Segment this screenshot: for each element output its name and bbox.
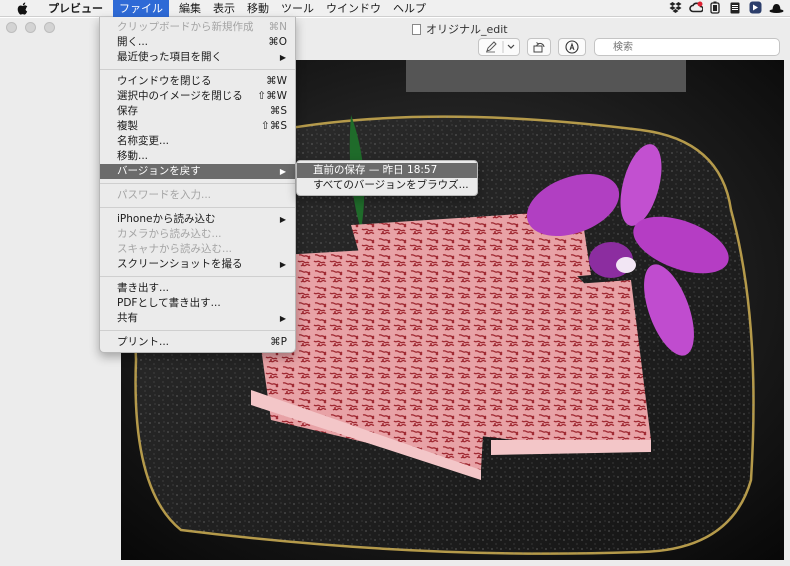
revert-submenu-item-label: すべてのバージョンをブラウズ... bbox=[313, 179, 469, 191]
apple-logo-icon[interactable] bbox=[15, 1, 29, 15]
file-menu-item[interactable]: スクリーンショットを撮る ▶ bbox=[100, 257, 295, 272]
search-input[interactable] bbox=[594, 38, 780, 56]
menu-separator bbox=[100, 276, 295, 277]
pen-icon bbox=[486, 41, 515, 53]
document-icon bbox=[412, 23, 421, 35]
rotate-button[interactable] bbox=[527, 38, 551, 56]
menu-separator bbox=[100, 207, 295, 208]
minimize-window-button[interactable] bbox=[25, 22, 36, 33]
submenu-arrow-icon: ▶ bbox=[279, 260, 286, 269]
file-menu-item[interactable]: 移動... bbox=[100, 149, 295, 164]
menu-go[interactable]: 移動 bbox=[241, 0, 275, 17]
file-menu-item-label: ウインドウを閉じる bbox=[117, 75, 212, 87]
file-menu-item[interactable]: 最近使った項目を開く ▶ bbox=[100, 50, 295, 65]
file-menu-item-label: 書き出す... bbox=[117, 282, 170, 294]
file-menu-item[interactable]: ウインドウを閉じる ⌘W bbox=[100, 74, 295, 89]
file-menu-item-label: 名称変更... bbox=[117, 135, 170, 147]
file-menu-item-label: カメラから読み込む... bbox=[117, 228, 222, 240]
file-menu-item-label: 保存 bbox=[117, 105, 138, 117]
close-window-button[interactable] bbox=[6, 22, 17, 33]
menu-shortcut: ⌘P bbox=[270, 336, 287, 348]
file-menu-item-label: クリップボードから新規作成 bbox=[117, 21, 254, 33]
clipboard-icon[interactable] bbox=[729, 1, 742, 14]
menu-file[interactable]: ファイル bbox=[113, 0, 169, 17]
revert-submenu-item-label: 直前の保存 — 昨日 18:57 bbox=[313, 164, 438, 176]
file-menu-item-label: スキャナから読み込む... bbox=[117, 243, 233, 255]
file-menu-item: クリップボードから新規作成 ⌘N bbox=[100, 20, 295, 35]
markup-icon bbox=[565, 40, 579, 54]
file-menu-item[interactable]: PDFとして書き出す... bbox=[100, 296, 295, 311]
menu-shortcut: ⇧⌘W bbox=[257, 90, 287, 102]
dropbox-icon[interactable] bbox=[669, 1, 682, 14]
file-menu-item-label: 最近使った項目を開く bbox=[117, 51, 222, 63]
file-menu-item[interactable]: 共有 ▶ bbox=[100, 311, 295, 326]
file-menu-item-label: 複製 bbox=[117, 120, 138, 132]
revert-submenu-item[interactable]: すべてのバージョンをブラウズ... bbox=[297, 178, 477, 193]
file-menu-item[interactable]: 開く... ⌘O bbox=[100, 35, 295, 50]
markup-toolbar-button[interactable] bbox=[558, 38, 586, 56]
file-menu-item-label: パスワードを入力... bbox=[117, 189, 212, 201]
submenu-arrow-icon: ▶ bbox=[279, 215, 286, 224]
menu-shortcut: ⌘W bbox=[266, 75, 287, 87]
file-menu-item[interactable]: 複製 ⇧⌘S bbox=[100, 119, 295, 134]
file-menu-item-label: バージョンを戻す bbox=[117, 165, 201, 177]
menu-edit[interactable]: 編集 bbox=[173, 0, 207, 17]
submenu-arrow-icon: ▶ bbox=[279, 53, 286, 62]
menu-help[interactable]: ヘルプ bbox=[387, 0, 432, 17]
battery-icon[interactable] bbox=[709, 1, 722, 14]
file-menu-item: カメラから読み込む... bbox=[100, 227, 295, 242]
window-controls bbox=[6, 22, 55, 33]
window-title-text: オリジナル_edit bbox=[426, 23, 508, 36]
file-menu-item[interactable]: バージョンを戻す ▶ bbox=[100, 164, 295, 179]
rotate-icon bbox=[533, 42, 545, 53]
file-menu-item-label: スクリーンショットを撮る bbox=[117, 258, 243, 270]
markup-pen-button[interactable] bbox=[478, 38, 520, 56]
menu-shortcut: ⌘O bbox=[268, 36, 287, 48]
menu-separator bbox=[100, 330, 295, 331]
zoom-window-button[interactable] bbox=[44, 22, 55, 33]
menu-separator bbox=[100, 69, 295, 70]
file-menu-item[interactable]: 名称変更... bbox=[100, 134, 295, 149]
revert-submenu-item[interactable]: 直前の保存 — 昨日 18:57 bbox=[297, 163, 477, 178]
menu-window[interactable]: ウインドウ bbox=[320, 0, 387, 17]
menu-view[interactable]: 表示 bbox=[207, 0, 241, 17]
file-menu-item[interactable]: 保存 ⌘S bbox=[100, 104, 295, 119]
file-menu-item-label: 移動... bbox=[117, 150, 149, 162]
file-menu: クリップボードから新規作成 ⌘N 開く... ⌘O 最近使った項目を開く ▶ ウインドウを閉… bbox=[99, 17, 296, 353]
creative-cloud-icon[interactable] bbox=[689, 1, 704, 14]
file-menu-item-label: PDFとして書き出す... bbox=[117, 297, 221, 309]
revert-version-submenu: 直前の保存 — 昨日 18:57 すべてのバージョンをブラウズ... bbox=[296, 160, 478, 196]
menu-shortcut: ⌘N bbox=[268, 21, 287, 33]
file-menu-item-label: 選択中のイメージを閉じる bbox=[117, 90, 243, 102]
file-menu-item-label: iPhoneから読み込む bbox=[117, 213, 216, 225]
file-menu-item[interactable]: 書き出す... bbox=[100, 281, 295, 296]
file-menu-item: スキャナから読み込む... bbox=[100, 242, 295, 257]
menu-bar: プレビュー ファイル 編集 表示 移動 ツール ウインドウ ヘルプ bbox=[0, 0, 790, 17]
file-menu-item-label: プリント... bbox=[117, 336, 170, 348]
file-menu-item[interactable]: プリント... ⌘P bbox=[100, 335, 295, 350]
menu-tools[interactable]: ツール bbox=[275, 0, 320, 17]
file-menu-item[interactable]: iPhoneから読み込む ▶ bbox=[100, 212, 295, 227]
submenu-arrow-icon: ▶ bbox=[279, 314, 286, 323]
file-menu-item[interactable]: 選択中のイメージを閉じる ⇧⌘W bbox=[100, 89, 295, 104]
menu-shortcut: ⌘S bbox=[269, 105, 287, 117]
submenu-arrow-icon: ▶ bbox=[279, 167, 286, 176]
toolbar bbox=[300, 38, 790, 60]
menu-separator bbox=[100, 183, 295, 184]
file-menu-item: パスワードを入力... bbox=[100, 188, 295, 203]
file-menu-item-label: 共有 bbox=[117, 312, 138, 324]
hat-icon[interactable] bbox=[769, 1, 784, 14]
window-title: オリジナル_edit bbox=[412, 21, 508, 37]
app-icon[interactable] bbox=[749, 1, 762, 14]
menu-shortcut: ⇧⌘S bbox=[261, 120, 287, 132]
menu-app-name[interactable]: プレビュー bbox=[42, 0, 109, 17]
file-menu-item-label: 開く... bbox=[117, 36, 149, 48]
